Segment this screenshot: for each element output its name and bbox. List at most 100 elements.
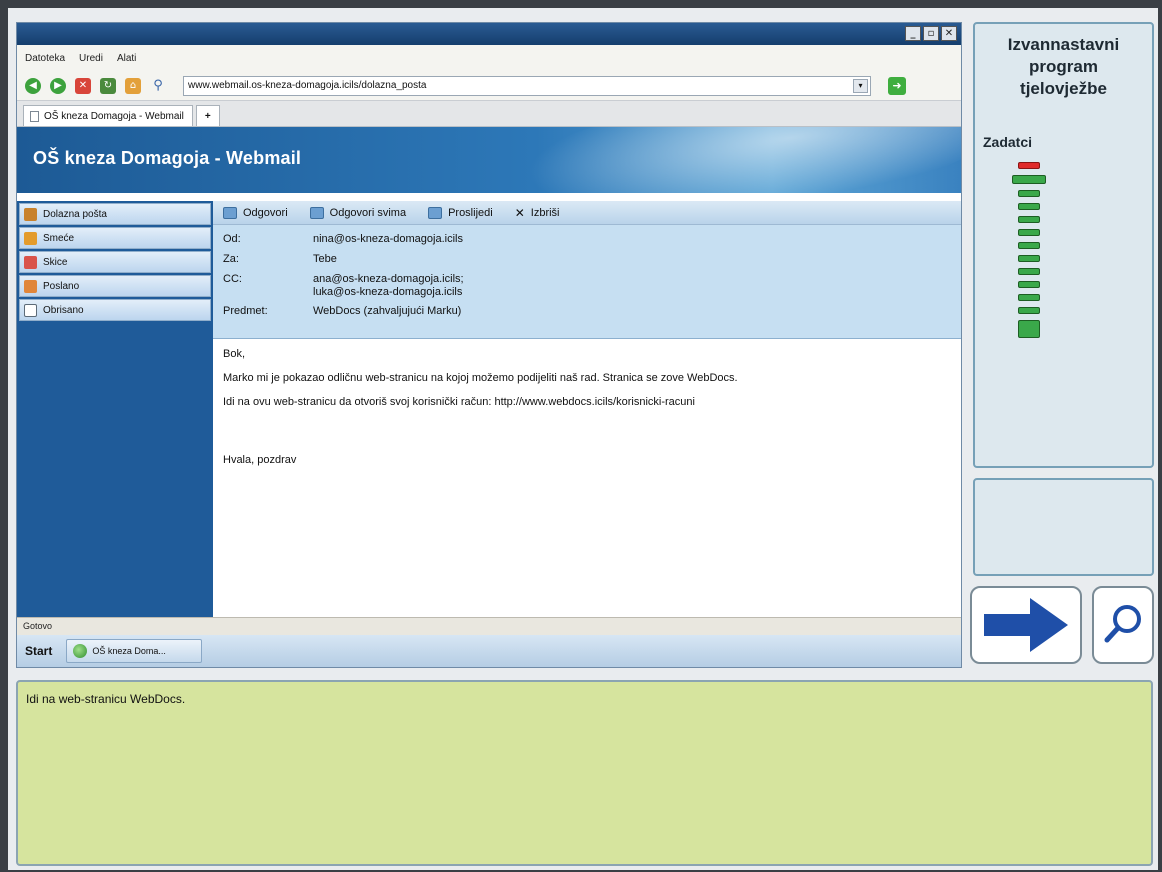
delete-label: Izbriši bbox=[530, 206, 560, 219]
home-icon[interactable]: ⌂ bbox=[125, 77, 141, 94]
status-text: Gotovo bbox=[23, 621, 53, 631]
reply-all-icon bbox=[309, 206, 324, 219]
menu-file[interactable]: Datoteka bbox=[25, 53, 65, 64]
folder-label: Dolazna pošta bbox=[43, 208, 107, 220]
navigation-bar: ◀ ▶ ✕ ↻ ⌂ ⚲ www.webmail.os-kneza-domagoj… bbox=[17, 71, 961, 101]
folder-junk[interactable]: Smeće bbox=[19, 227, 211, 249]
folder-drafts[interactable]: Skice bbox=[19, 251, 211, 273]
drafts-icon bbox=[24, 255, 37, 269]
message-line-1: Marko mi je pokazao odličnu web-stranicu… bbox=[223, 372, 738, 384]
taskbar: Start OŠ kneza Doma... bbox=[17, 635, 961, 667]
module-title-line-1: Izvannastavni bbox=[1007, 35, 1120, 54]
forward-icon[interactable]: ▶ bbox=[50, 77, 66, 94]
page-icon bbox=[30, 110, 39, 122]
reply-icon bbox=[223, 206, 237, 219]
subject-value: WebDocs (zahvaljujući Marku) bbox=[313, 305, 462, 317]
browser-titlebar: _ ▫ ✕ bbox=[17, 23, 961, 45]
folder-label: Smeće bbox=[43, 232, 75, 244]
folder-deleted[interactable]: Obrisano bbox=[19, 299, 211, 321]
inbox-icon bbox=[24, 207, 37, 221]
sent-icon bbox=[24, 279, 37, 293]
go-button[interactable]: ➜ bbox=[888, 76, 906, 95]
reply-all-label: Odgovori svima bbox=[329, 206, 407, 219]
task-marker-9 bbox=[1018, 268, 1040, 275]
message-body: Bok, Marko mi je pokazao odličnu web-str… bbox=[213, 339, 961, 485]
instruction-panel: Idi na web-stranicu WebDocs. bbox=[16, 680, 1153, 866]
taskbar-browser-button[interactable]: OŠ kneza Doma... bbox=[66, 639, 203, 663]
from-value: nina@os-kneza-domagoja.icils bbox=[313, 233, 463, 245]
browser-window: _ ▫ ✕ Datoteka Uredi Alati ◀ ▶ ✕ ↻ ⌂ ⚲ w… bbox=[16, 22, 962, 668]
maximize-button[interactable]: ▫ bbox=[923, 26, 939, 41]
task-marker-8 bbox=[1018, 255, 1040, 262]
task-marker-4 bbox=[1018, 203, 1040, 210]
task-marker-5 bbox=[1018, 216, 1040, 223]
stop-icon[interactable]: ✕ bbox=[75, 77, 91, 94]
task-marker-12 bbox=[1018, 307, 1040, 314]
task-marker-6 bbox=[1018, 229, 1040, 236]
reply-button[interactable]: Odgovori bbox=[223, 206, 288, 219]
banner-decoration bbox=[475, 127, 961, 193]
task-marker-10 bbox=[1018, 281, 1040, 288]
reply-label: Odgovori bbox=[243, 206, 288, 219]
menu-edit[interactable]: Uredi bbox=[79, 53, 103, 64]
back-icon[interactable]: ◀ bbox=[25, 77, 41, 94]
message-pane: Odgovori Odgovori svima Proslijedi ✕ Izb… bbox=[213, 201, 961, 617]
start-button[interactable]: Start bbox=[25, 644, 52, 658]
trash-icon bbox=[24, 303, 37, 317]
task-marker-11 bbox=[1018, 294, 1040, 301]
address-text: www.webmail.os-kneza-domagoja.icils/dola… bbox=[188, 79, 427, 91]
reply-all-button[interactable]: Odgovori svima bbox=[309, 206, 407, 219]
task-marker-1 bbox=[1018, 162, 1040, 169]
cc-label: CC: bbox=[223, 273, 242, 285]
close-button[interactable]: ✕ bbox=[941, 26, 957, 41]
webmail-banner: OŠ kneza Domagoja - Webmail bbox=[17, 127, 961, 193]
address-bar[interactable]: www.webmail.os-kneza-domagoja.icils/dola… bbox=[183, 75, 871, 96]
tab-label: OŠ kneza Domagoja - Webmail bbox=[44, 110, 184, 122]
tab-strip: OŠ kneza Domagoja - Webmail + bbox=[17, 101, 961, 127]
webmail-title: OŠ kneza Domagoja - Webmail bbox=[33, 148, 302, 168]
status-bar: Gotovo bbox=[17, 617, 961, 635]
new-tab-button[interactable]: + bbox=[195, 105, 220, 126]
next-task-button[interactable] bbox=[970, 586, 1082, 664]
module-title: Izvannastavni program tjelovježbe bbox=[975, 34, 1152, 100]
message-closing: Hvala, pozdrav bbox=[223, 454, 297, 466]
task-panel: Izvannastavni program tjelovježbe Zadatc… bbox=[973, 22, 1154, 468]
taskbar-task-label: OŠ kneza Doma... bbox=[92, 646, 166, 656]
folder-inbox[interactable]: Dolazna pošta bbox=[19, 203, 211, 225]
cc-value-2: luka@os-kneza-domagoja.icils bbox=[313, 286, 463, 298]
task-marker-13 bbox=[1018, 320, 1040, 338]
message-greeting: Bok, bbox=[223, 348, 246, 360]
mail-area: Dolazna pošta Smeće Skice Poslano Obrisa… bbox=[17, 201, 961, 617]
folder-sent[interactable]: Poslano bbox=[19, 275, 211, 297]
folder-label: Skice bbox=[43, 256, 68, 268]
address-dropdown-icon[interactable]: ▾ bbox=[853, 78, 868, 93]
task-marker-2 bbox=[1012, 175, 1046, 184]
cc-value-1: ana@os-kneza-domagoja.icils; bbox=[313, 273, 464, 285]
forward-button[interactable]: Proslijedi bbox=[428, 206, 493, 219]
forward-mail-icon bbox=[428, 206, 443, 219]
arrow-right-icon bbox=[984, 598, 1068, 652]
subject-label: Predmet: bbox=[223, 305, 268, 317]
junk-icon bbox=[24, 231, 37, 245]
message-toolbar: Odgovori Odgovori svima Proslijedi ✕ Izb… bbox=[213, 201, 961, 225]
from-label: Od: bbox=[223, 233, 241, 245]
instruction-text: Idi na web-stranicu WebDocs. bbox=[26, 692, 186, 706]
tab-webmail[interactable]: OŠ kneza Domagoja - Webmail bbox=[23, 105, 193, 126]
search-icon[interactable]: ⚲ bbox=[150, 78, 166, 94]
delete-icon: ✕ bbox=[514, 205, 525, 220]
module-title-line-2: program bbox=[1029, 57, 1098, 76]
to-label: Za: bbox=[223, 253, 239, 265]
minimize-button[interactable]: _ bbox=[905, 26, 921, 41]
magnify-button[interactable] bbox=[1092, 586, 1154, 664]
folder-label: Poslano bbox=[43, 280, 80, 292]
menu-bar: Datoteka Uredi Alati bbox=[17, 45, 961, 71]
delete-button[interactable]: ✕ Izbriši bbox=[515, 206, 560, 220]
forward-label: Proslijedi bbox=[448, 206, 493, 219]
to-value: Tebe bbox=[313, 253, 337, 265]
folder-label: Obrisano bbox=[43, 304, 84, 316]
globe-icon bbox=[73, 644, 88, 658]
message-line-2: Idi na ovu web-stranicu da otvoriš svoj … bbox=[223, 396, 695, 408]
folder-sidebar: Dolazna pošta Smeće Skice Poslano Obrisa… bbox=[17, 201, 213, 617]
refresh-icon[interactable]: ↻ bbox=[100, 77, 116, 94]
menu-tools[interactable]: Alati bbox=[117, 53, 136, 64]
